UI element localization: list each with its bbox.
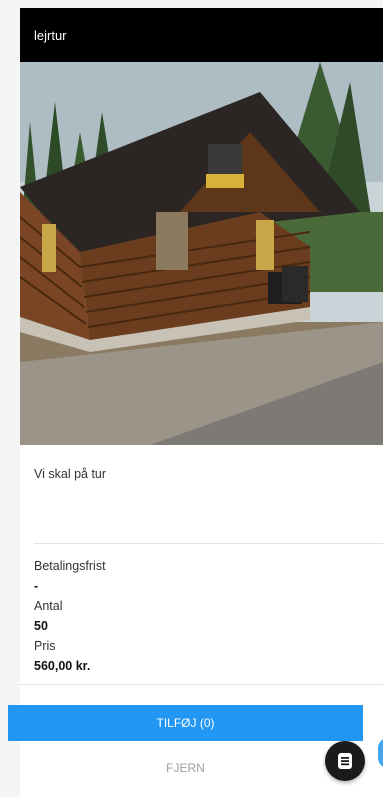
list-fab-button[interactable] <box>325 741 365 781</box>
price-value: 560,00 kr. <box>34 659 91 673</box>
product-description: Vi skal på tur <box>34 467 107 481</box>
deadline-label: Betalingsfrist <box>34 559 106 573</box>
remove-button[interactable]: FJERN <box>8 752 363 784</box>
product-card: lejrtur Vi skal på tur Betalingsfrist - … <box>20 8 383 797</box>
product-image <box>20 62 383 445</box>
quantity-value: 50 <box>34 619 48 633</box>
divider <box>20 684 383 685</box>
deadline-value: - <box>34 579 39 593</box>
add-button[interactable]: TILFØJ (0) <box>8 705 363 741</box>
list-icon <box>338 753 352 769</box>
card-header: lejrtur <box>20 8 383 62</box>
quantity-label: Antal <box>34 599 63 613</box>
product-info: Betalingsfrist - Antal 50 Pris 560,00 kr… <box>20 544 383 676</box>
edge-tab[interactable] <box>378 738 383 768</box>
price-label: Pris <box>34 639 56 653</box>
product-title: lejrtur <box>34 27 67 43</box>
